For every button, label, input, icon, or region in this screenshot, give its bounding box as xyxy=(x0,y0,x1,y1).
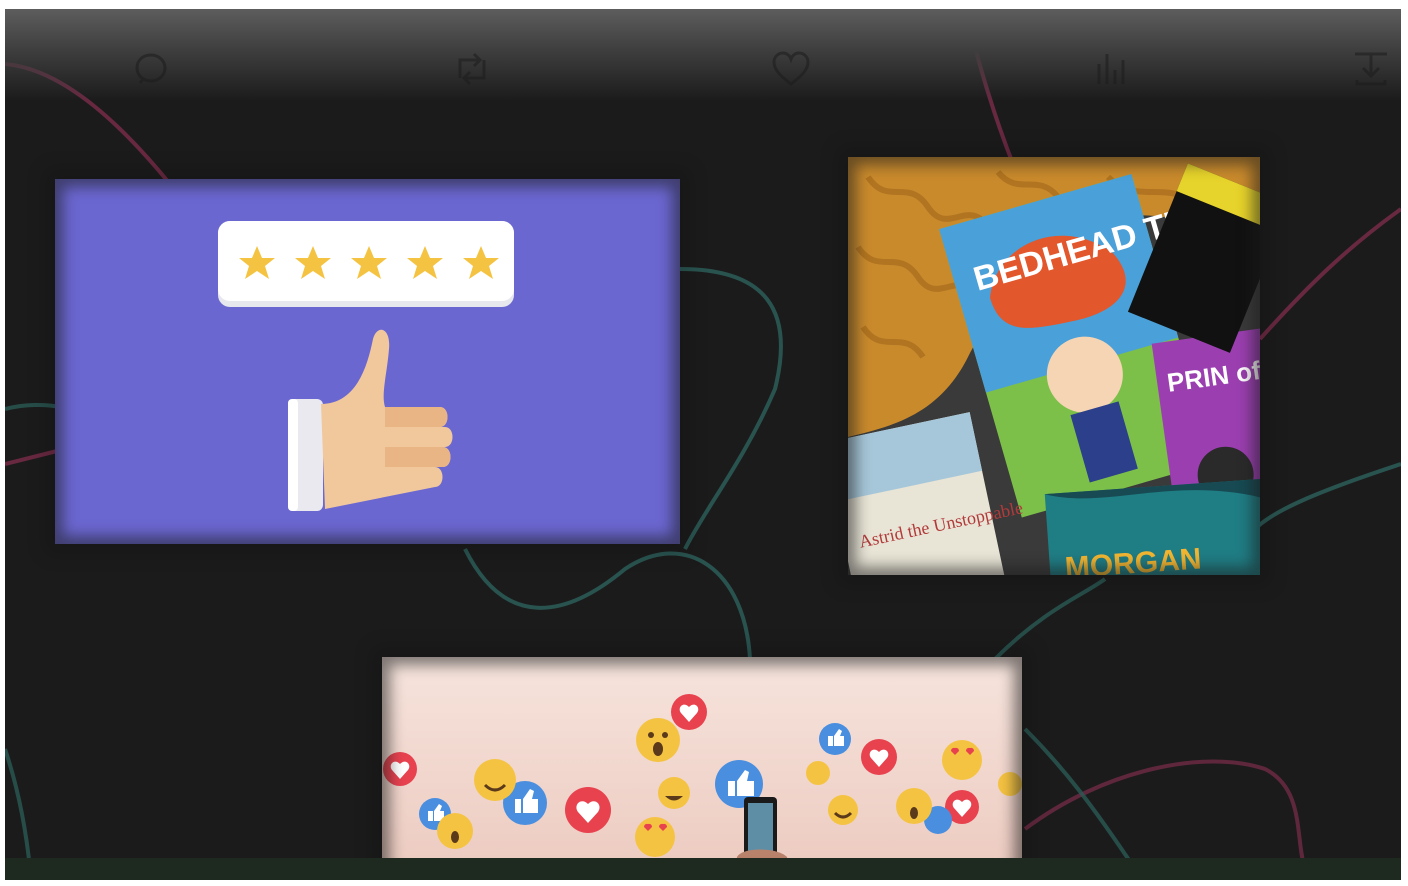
share-icon xyxy=(1355,52,1387,86)
stats-icon xyxy=(1097,54,1125,84)
bottom-bar xyxy=(5,858,1401,880)
action-toolbar xyxy=(5,9,1401,101)
stats-button[interactable] xyxy=(1087,45,1135,93)
repost-icon xyxy=(458,52,486,86)
wow-reaction-icon xyxy=(896,788,932,824)
smile-reaction-icon xyxy=(828,795,858,825)
repost-button[interactable] xyxy=(448,45,496,93)
thumbs-up-icon xyxy=(288,329,453,511)
heart-reaction-icon xyxy=(383,752,417,786)
heart-reaction-icon xyxy=(861,739,897,775)
heart-eyes-reaction-icon xyxy=(635,817,675,857)
wow-reaction-icon xyxy=(437,813,473,849)
reactions-card xyxy=(382,657,1022,880)
like-button[interactable] xyxy=(767,45,815,93)
video-frame: BEDHEAD TED PRIN of PE Astrid the Unstop… xyxy=(5,9,1401,880)
like-icon xyxy=(772,51,810,86)
smile-reaction-icon xyxy=(474,759,516,801)
reactions-photo xyxy=(382,657,1022,880)
rating-illustration xyxy=(218,221,514,511)
heart-eyes-reaction-icon xyxy=(942,740,982,780)
heart-reaction-icon xyxy=(565,787,611,833)
share-button[interactable] xyxy=(1347,45,1395,93)
wow-reaction-icon xyxy=(636,718,680,762)
rating-card xyxy=(55,179,680,544)
reply-button[interactable] xyxy=(127,45,175,93)
books-photo: BEDHEAD TED PRIN of PE Astrid the Unstop… xyxy=(848,157,1260,575)
reply-icon xyxy=(135,53,167,84)
like-reaction-icon xyxy=(819,723,851,755)
smile-reaction-icon xyxy=(998,772,1022,796)
heart-reaction-icon xyxy=(671,694,707,730)
grin-reaction-icon xyxy=(658,777,690,809)
books-card: BEDHEAD TED PRIN of PE Astrid the Unstop… xyxy=(848,157,1260,575)
grin-reaction-icon xyxy=(806,761,830,785)
